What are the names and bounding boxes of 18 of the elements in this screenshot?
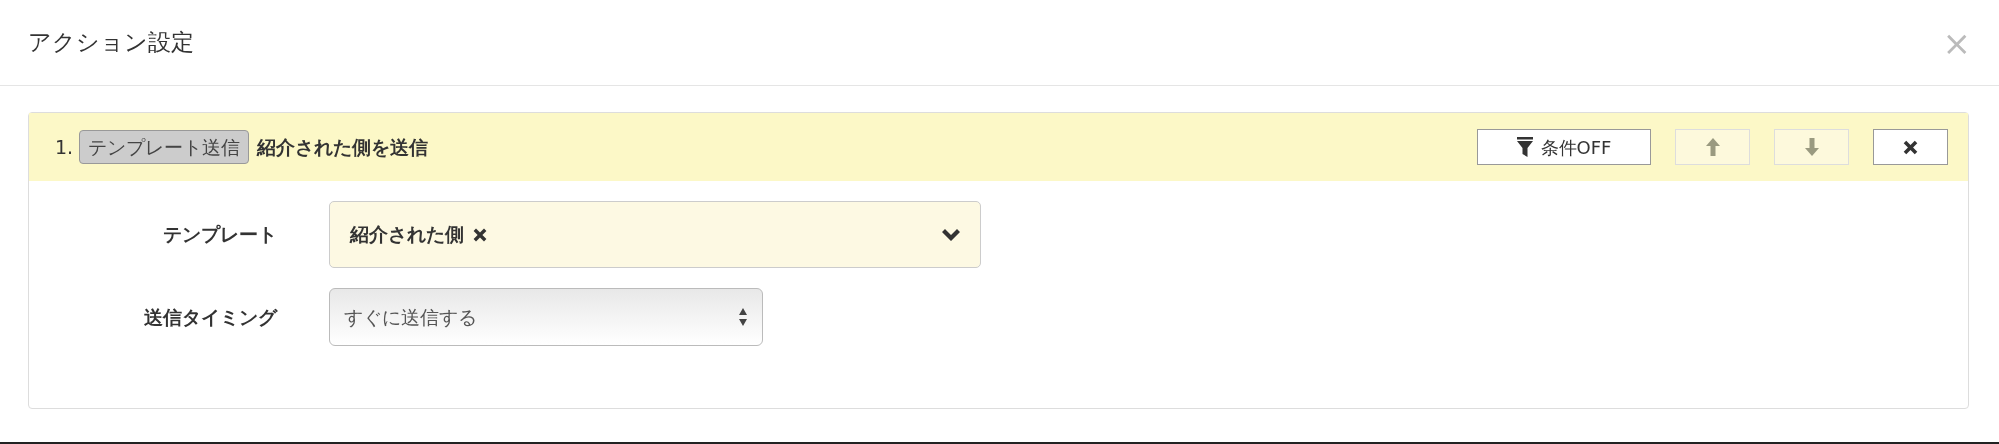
condition-button[interactable]: 条件OFF — [1477, 129, 1651, 165]
arrow-up-icon — [1705, 138, 1720, 156]
close-icon — [1902, 138, 1919, 156]
selected-tag: 紹介された側 — [350, 220, 464, 249]
field-label: 送信タイミング — [143, 304, 279, 330]
modal-title: アクション設定 — [28, 28, 194, 58]
action-name: 紹介された側を送信 — [257, 134, 429, 160]
arrow-down-icon — [1804, 138, 1819, 156]
filter-icon — [1516, 137, 1533, 157]
remove-icon — [472, 226, 488, 243]
action-number: 1. — [55, 134, 74, 160]
chevron-down-icon — [942, 228, 960, 241]
field-label: テンプレート — [162, 222, 278, 248]
delete-button[interactable] — [1873, 129, 1948, 165]
type-badge: テンプレート送信 — [79, 129, 250, 165]
up-down-arrows-icon — [738, 307, 748, 327]
template-select[interactable]: 紹介された側 — [329, 201, 981, 268]
timing-select[interactable]: すぐに送信する — [329, 288, 763, 346]
